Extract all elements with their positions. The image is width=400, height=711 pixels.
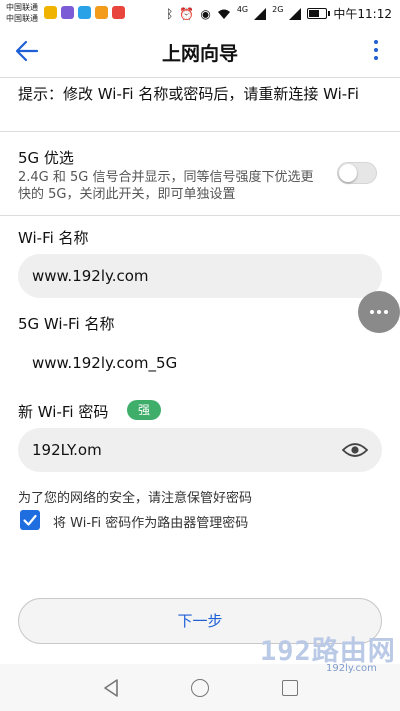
5g-wifi-name-label: 5G Wi-Fi 名称	[18, 315, 115, 333]
floating-assist-button[interactable]	[358, 291, 400, 333]
bluetooth-icon: ᛒ	[166, 6, 174, 21]
divider	[0, 215, 400, 216]
watermark-url: 192ly.com	[326, 663, 377, 674]
toggle-knob	[339, 164, 357, 182]
battery-icon	[307, 8, 331, 19]
wifi-icon	[217, 9, 230, 19]
status-right: ᛒ ⏰ ◉ 4G 2G 中午11:12	[166, 5, 392, 22]
status-bar: 中国联通 中国联通 ᛒ ⏰ ◉ 4G 2G 中午11:12	[0, 0, 400, 28]
carrier-1: 中国联通	[6, 3, 38, 12]
weibo-icon	[44, 6, 57, 19]
tip-text: 提示：修改 Wi-Fi 名称或密码后，请重新连接 Wi-Fi	[18, 85, 359, 103]
photo-icon	[95, 6, 108, 19]
paw-icon	[78, 6, 91, 19]
notification-icons	[44, 6, 125, 19]
network-type-2: 2G	[272, 5, 284, 14]
signal-2-icon	[289, 7, 302, 20]
divider	[0, 131, 400, 132]
wifi-name-label: Wi-Fi 名称	[18, 229, 89, 247]
status-time: 中午11:12	[333, 7, 392, 21]
nav-home-icon[interactable]	[191, 679, 209, 697]
5g-preference-description: 2.4G 和 5G 信号合并显示，同等信号强度下优选更快的 5G，关闭此开关，即…	[18, 170, 314, 202]
alarm-icon: ⏰	[179, 6, 195, 21]
signal-1-icon	[254, 7, 267, 20]
more-vertical-icon[interactable]	[372, 40, 380, 64]
5g-preference-title: 5G 优选	[18, 149, 74, 167]
header-divider	[0, 77, 400, 78]
admin-password-checkbox[interactable]	[20, 510, 40, 530]
carrier-2: 中国联通	[6, 14, 38, 23]
admin-password-checkbox-label[interactable]: 将 Wi-Fi 密码作为路由器管理密码	[53, 512, 248, 531]
shop-icon	[112, 6, 125, 19]
network-type-1: 4G	[236, 5, 249, 14]
check-icon	[23, 514, 37, 526]
new-password-field[interactable]: 192LY.om	[18, 428, 382, 472]
wifi-name-field[interactable]: www.192ly.com	[18, 254, 382, 298]
app-header: 上网向导	[0, 28, 400, 76]
security-hint: 为了您的网络的安全，请注意保管好密码	[18, 491, 253, 506]
eye-comfort-icon: ◉	[200, 6, 211, 21]
5g-wifi-name-value: www.192ly.com_5G	[32, 354, 178, 372]
nav-recent-icon[interactable]	[282, 680, 298, 696]
video-icon	[61, 6, 74, 19]
5g-preference-toggle[interactable]	[337, 162, 377, 184]
eye-icon[interactable]	[342, 441, 368, 459]
nav-back-icon[interactable]	[102, 678, 122, 698]
new-password-label: 新 Wi-Fi 密码	[18, 403, 109, 421]
password-strength-badge: 强	[127, 400, 161, 420]
page-title: 上网向导	[161, 43, 238, 65]
